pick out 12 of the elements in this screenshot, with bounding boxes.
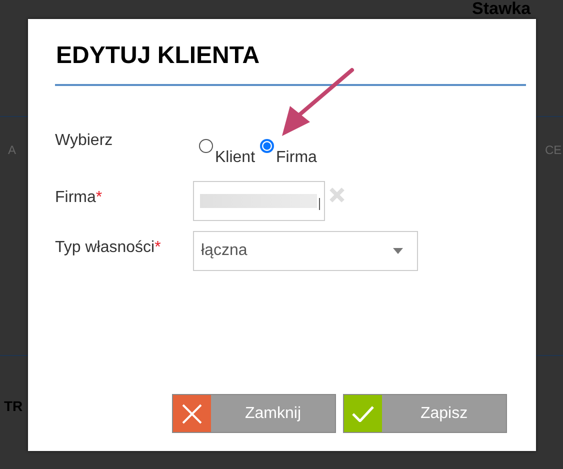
clear-icon[interactable] (328, 186, 346, 204)
field-label: Typ własności* (55, 238, 162, 258)
radio-option[interactable]: Firma (260, 138, 317, 166)
dropdown-icon (393, 248, 403, 254)
dialog-title: EDYTUJ KLIENTA (56, 41, 261, 71)
close-icon (182, 404, 202, 424)
ownership-select[interactable]: łączna (193, 230, 418, 270)
company-field[interactable] (193, 180, 325, 220)
field-label: Wybierz (55, 130, 114, 150)
radio-option[interactable]: Klient (199, 138, 256, 166)
check-icon (352, 406, 374, 422)
field-label: Firma* (55, 188, 104, 208)
